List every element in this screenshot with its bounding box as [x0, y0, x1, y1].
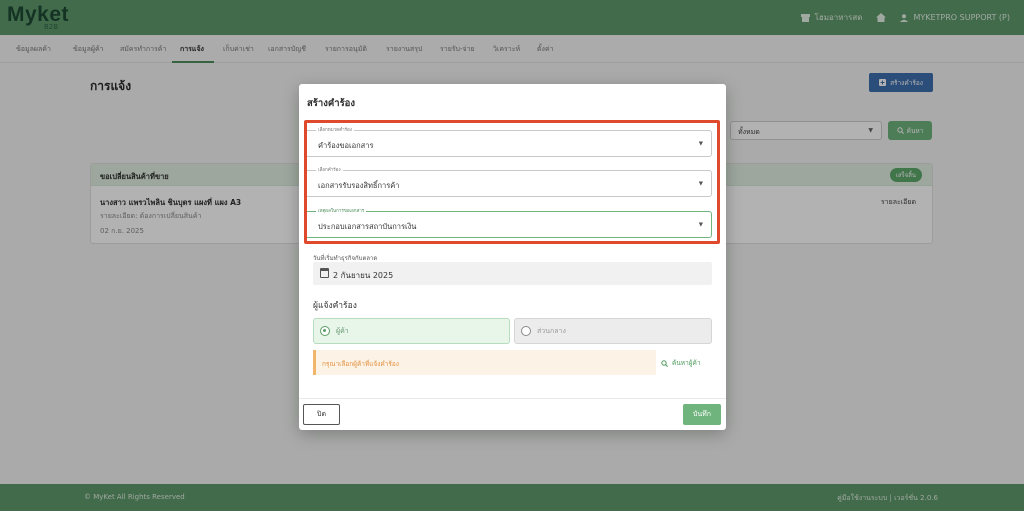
requester-option-central[interactable]: ส่วนกลาง [514, 318, 712, 344]
close-button[interactable]: ปิด [303, 404, 340, 425]
requester-option-central-label: ส่วนกลาง [537, 326, 566, 335]
modal-title: สร้างคำร้อง [307, 98, 356, 109]
start-date-value: 2 กันยายน 2025 [333, 271, 394, 280]
requester-option-vendor-label: ผู้ค้า [336, 326, 349, 335]
start-date-field: 2 กันยายน 2025 [313, 262, 712, 285]
radio-unchecked-icon [521, 326, 531, 336]
select-vendor-warning: กรุณาเลือกผู้ค้าที่แจ้งคำร้อง [313, 350, 656, 375]
find-vendor-link[interactable]: ค้นหาผู้ค้า [661, 358, 701, 368]
highlight-annotation [304, 120, 720, 244]
search-icon [661, 359, 668, 367]
radio-checked-icon [320, 326, 330, 336]
find-vendor-label: ค้นหาผู้ค้า [672, 359, 701, 367]
requester-section-title: ผู้แจ้งคำร้อง [313, 301, 357, 311]
calendar-icon [320, 268, 329, 278]
requester-option-vendor[interactable]: ผู้ค้า [313, 318, 510, 344]
save-button[interactable]: บันทึก [683, 404, 721, 425]
modal-footer-divider [299, 398, 726, 399]
